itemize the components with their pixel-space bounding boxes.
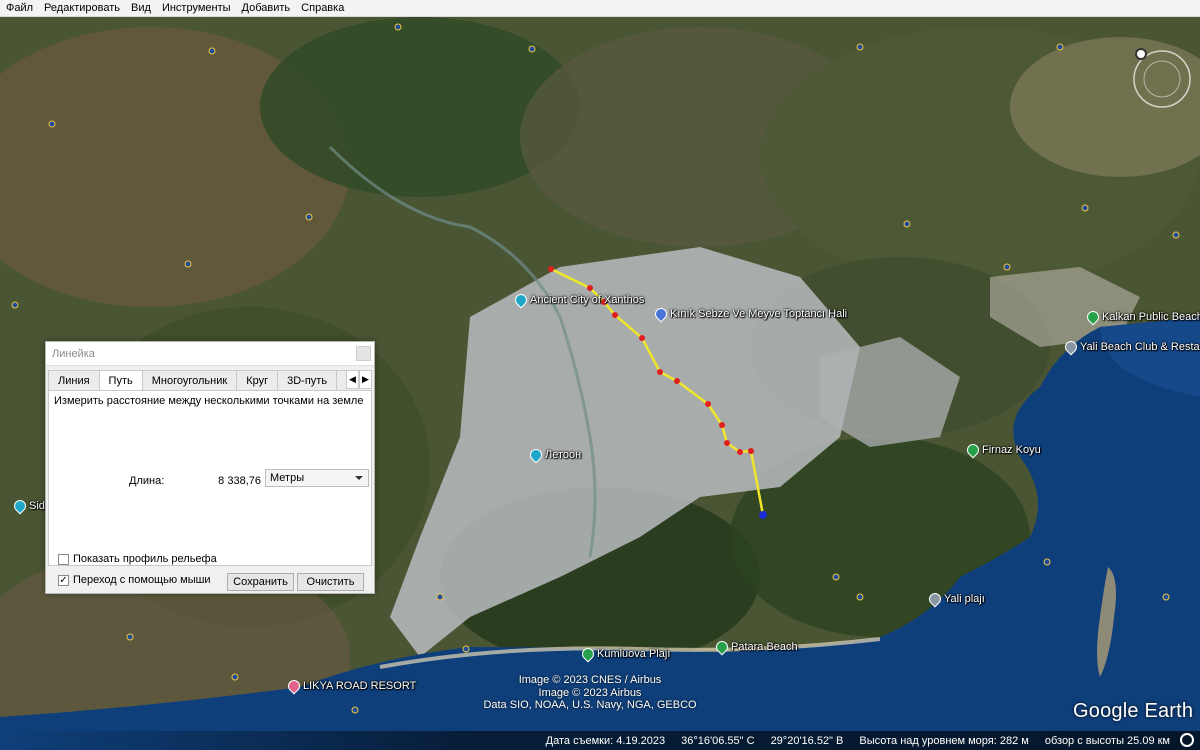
menu-bar: Файл Редактировать Вид Инструменты Добав… <box>0 0 1200 17</box>
imagery-date: Дата съемки: 4.19.2023 <box>545 734 666 747</box>
imagery-copyright: Image © 2023 CNES / Airbus Image © 2023 … <box>480 674 700 712</box>
show-profile-label: Показать профиль рельефа <box>73 553 217 565</box>
google-earth-logo: Google Earth <box>1073 700 1194 722</box>
menu-tools[interactable]: Инструменты <box>162 2 231 14</box>
beach-icon <box>1084 308 1102 326</box>
beach-icon <box>579 645 597 663</box>
historic-site-icon <box>527 446 545 464</box>
mouse-nav-toggle[interactable]: ✓ Переход с помощью мыши <box>58 574 211 586</box>
unit-select-value: Метры <box>270 472 305 484</box>
historic-site-icon <box>11 497 29 515</box>
historic-site-icon <box>512 291 530 309</box>
beach-icon <box>964 441 982 459</box>
place-icon <box>926 590 944 608</box>
streaming-indicator-icon <box>1180 733 1194 747</box>
ruler-title: Линейка <box>52 348 95 360</box>
status-bar: Дата съемки: 4.19.2023 36°16'06.55" С 29… <box>0 731 1200 750</box>
poi-kinik[interactable]: Kınık Sebze Ve Meyve Toptancı Hali <box>652 305 848 323</box>
save-button[interactable]: Сохранить <box>227 573 294 591</box>
tab-polygon[interactable]: Многоугольник <box>141 370 238 390</box>
path-panel: Измерить расстояние между несколькими то… <box>48 390 372 566</box>
menu-help[interactable]: Справка <box>301 2 344 14</box>
menu-file[interactable]: Файл <box>6 2 33 14</box>
unit-select[interactable]: Метры <box>265 469 369 487</box>
tab-scroll-left-icon[interactable]: ◀ <box>346 370 359 389</box>
chevron-down-icon <box>355 476 363 480</box>
poi-yali-plaji[interactable]: Yali plajı <box>926 590 985 608</box>
poi-kumluova[interactable]: Kumluova Plajı <box>579 645 671 663</box>
elevation: Высота над уровнем моря: 282 м <box>859 734 1029 747</box>
poi-firnaz-label: Firnaz Koyu <box>982 444 1041 456</box>
poi-kumluova-label: Kumluova Plajı <box>597 648 671 660</box>
ruler-titlebar[interactable]: Линейка <box>46 342 374 366</box>
latitude: 36°16'06.55" С <box>681 734 755 747</box>
clear-button[interactable]: Очистить <box>297 573 364 591</box>
north-reset-icon[interactable] <box>1135 48 1147 60</box>
poi-letoon-label: Летоон <box>545 449 582 461</box>
poi-kalkan[interactable]: Kalkan Public Beach <box>1084 308 1200 326</box>
menu-add[interactable]: Добавить <box>242 2 291 14</box>
ruler-dialog: Линейка Линия Путь Многоугольник Круг 3D… <box>45 341 375 594</box>
place-icon <box>1062 338 1080 356</box>
poi-kinik-label: Kınık Sebze Ve Meyve Toptancı Hali <box>670 308 848 320</box>
copyright-line: Data SIO, NOAA, U.S. Navy, NGA, GEBCO <box>483 699 697 711</box>
mouse-nav-label: Переход с помощью мыши <box>73 574 211 586</box>
longitude: 29°20'16.52" В <box>770 734 844 747</box>
poi-patara[interactable]: Patara Beach <box>713 638 798 656</box>
poi-yali-club-label: Yali Beach Club & Resta <box>1080 341 1200 353</box>
mouse-nav-checkbox[interactable]: ✓ <box>58 574 69 586</box>
length-value: 8 338,76 <box>218 475 261 487</box>
tab-scroll: ◀ ▶ <box>346 370 372 389</box>
menu-edit[interactable]: Редактировать <box>44 2 120 14</box>
tab-3d-path[interactable]: 3D-путь <box>277 370 338 390</box>
show-profile-checkbox[interactable] <box>58 553 69 565</box>
poi-xanthos-label: Ancient City of Xanthos <box>530 294 645 306</box>
shopping-icon <box>652 305 670 323</box>
poi-letoon[interactable]: Летоон <box>527 446 582 464</box>
poi-firnaz[interactable]: Firnaz Koyu <box>964 441 1041 459</box>
menu-view[interactable]: Вид <box>131 2 151 14</box>
tab-circle[interactable]: Круг <box>236 370 279 390</box>
copyright-line: Image © 2023 CNES / Airbus <box>518 674 662 686</box>
poi-xanthos[interactable]: Ancient City of Xanthos <box>512 291 645 309</box>
poi-likya[interactable]: LIKYA ROAD RESORT <box>285 677 417 695</box>
path-description: Измерить расстояние между несколькими то… <box>54 395 364 407</box>
poi-likya-label: LIKYA ROAD RESORT <box>303 680 417 692</box>
tab-path[interactable]: Путь <box>98 370 143 390</box>
poi-patara-label: Patara Beach <box>731 641 798 653</box>
hotel-icon <box>285 677 303 695</box>
poi-yali-plaji-label: Yali plajı <box>944 593 985 605</box>
tab-scroll-right-icon[interactable]: ▶ <box>359 370 372 389</box>
poi-yali-club[interactable]: Yali Beach Club & Resta <box>1062 338 1200 356</box>
tab-line[interactable]: Линия <box>48 370 100 390</box>
eye-altitude: обзор с высоты 25.09 км <box>1044 734 1170 747</box>
close-icon[interactable] <box>356 346 371 361</box>
ruler-tabs: Линия Путь Многоугольник Круг 3D-путь 3D… <box>48 370 358 390</box>
length-label: Длина: <box>129 475 165 487</box>
beach-icon <box>713 638 731 656</box>
poi-kalkan-label: Kalkan Public Beach <box>1102 311 1200 323</box>
show-profile-toggle[interactable]: Показать профиль рельефа <box>58 553 217 565</box>
copyright-line: Image © 2023 Airbus <box>538 686 642 699</box>
